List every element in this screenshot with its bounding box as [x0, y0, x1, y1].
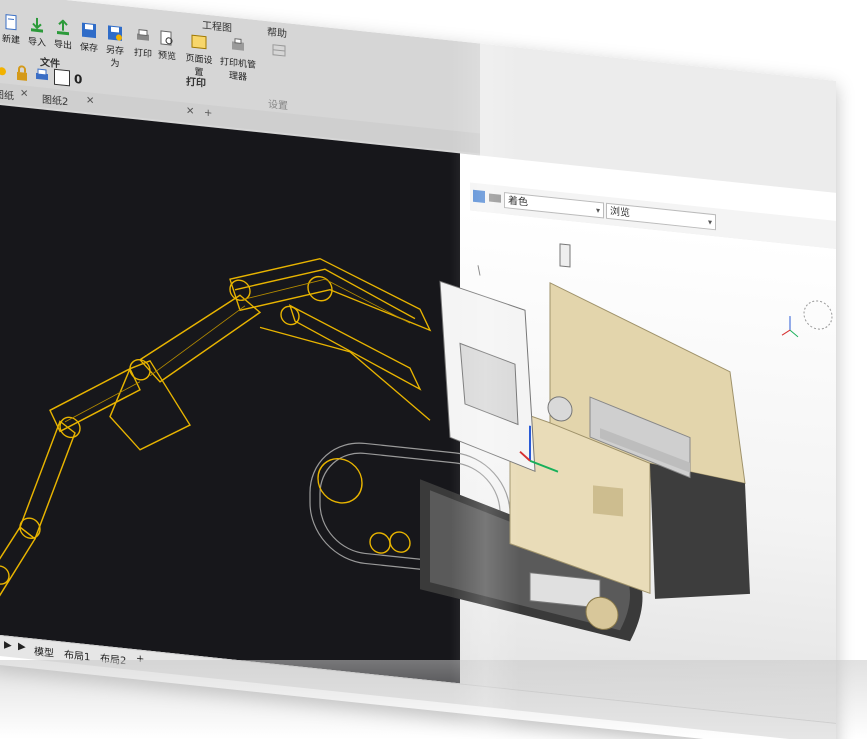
import-button[interactable]: 导入	[24, 16, 50, 50]
save-label: 保存	[79, 42, 98, 55]
import-icon	[31, 17, 43, 33]
import-label: 导入	[27, 36, 46, 49]
save-as-button[interactable]: 另存为	[102, 24, 128, 71]
save-as-icon	[108, 25, 122, 41]
printer-manager-icon	[232, 38, 244, 51]
tab-help[interactable]: 帮助	[267, 23, 287, 40]
new-button[interactable]: 新建	[0, 13, 24, 47]
new-label: 新建	[1, 34, 20, 47]
close-icon[interactable]: ✕	[86, 95, 94, 107]
settings-button[interactable]	[266, 41, 292, 62]
page-setup-icon	[191, 34, 207, 50]
doc-tab-2[interactable]: 图纸2	[42, 90, 68, 108]
excavator-model	[0, 243, 833, 642]
sun-icon[interactable]	[0, 62, 10, 80]
new-file-icon	[5, 14, 17, 31]
export-icon	[57, 19, 69, 36]
navigation-compass-icon	[781, 300, 833, 338]
cad-app-window: 工程图 帮助 新建 导入 导出 保存 另存为 打印 预览 页面设置 打印机管理器…	[0, 0, 836, 739]
save-icon	[82, 22, 96, 39]
printer-icon[interactable]	[34, 67, 50, 85]
settings-icon	[272, 44, 286, 57]
boom-wireframe	[0, 257, 432, 597]
save-as-label: 另存为	[105, 45, 124, 70]
quick-value: 0	[74, 71, 83, 87]
screenshot-stage: 工程图 帮助 新建 导入 导出 保存 另存为 打印 预览 页面设置 打印机管理器…	[0, 0, 867, 739]
tab-drawing[interactable]: 工程图	[202, 16, 232, 34]
close-icon[interactable]: ✕	[20, 88, 28, 100]
nav-next-icon[interactable]: ▶	[4, 639, 12, 651]
printer-manager-label: 打印机管理器	[219, 57, 256, 84]
preview-label: 预览	[157, 50, 176, 63]
add-tab-icon[interactable]: +	[204, 107, 212, 119]
floor-reflection	[0, 660, 867, 739]
print-icon	[137, 29, 149, 41]
export-button[interactable]: 导出	[50, 18, 76, 52]
printer-manager-button[interactable]: 打印机管理器	[216, 36, 260, 85]
close-icon[interactable]: ✕	[186, 106, 194, 118]
save-button[interactable]: 保存	[76, 21, 102, 55]
doc-tab-1[interactable]: 图纸	[0, 85, 14, 102]
preview-button[interactable]: 预览	[154, 29, 180, 63]
color-swatch[interactable]	[54, 68, 70, 87]
preview-icon	[160, 30, 173, 46]
tab-model[interactable]: 模型	[34, 643, 54, 660]
lock-icon[interactable]	[14, 65, 30, 83]
nav-last-icon[interactable]: ▶	[18, 641, 26, 653]
print-button[interactable]: 打印	[130, 27, 156, 61]
print-label: 打印	[133, 48, 152, 61]
export-label: 导出	[53, 39, 72, 52]
